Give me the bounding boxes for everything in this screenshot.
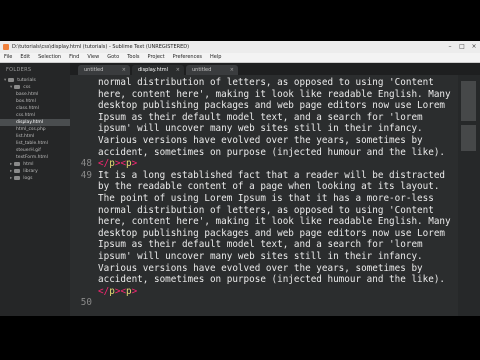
sidebar-item-label: list_table.html: [16, 141, 48, 146]
sidebar-item-label: steuerH.gif: [16, 148, 41, 153]
sidebar-folder[interactable]: ▸ html: [0, 161, 70, 168]
tab-label: display.html: [138, 67, 169, 73]
code-line[interactable]: </p><p>: [98, 158, 137, 170]
sidebar-folder[interactable]: ▾ css: [0, 84, 70, 91]
minimap-block: [461, 81, 476, 121]
sidebar-item-label: css: [23, 85, 31, 90]
code-line[interactable]: normal distribution of letters, as oppos…: [98, 205, 434, 217]
sidebar-item-label: tutorials: [17, 78, 36, 83]
sidebar-item-label: css.html: [16, 113, 35, 118]
code-line[interactable]: Ipsum as their default model text, and a…: [98, 112, 423, 124]
menu-project[interactable]: Project: [144, 53, 169, 62]
sidebar-file[interactable]: class.html: [0, 105, 70, 112]
sublime-window: D:\tutorials\css\display.html (tutorials…: [0, 41, 480, 316]
sidebar-item-label: base.html: [16, 92, 39, 97]
code-line[interactable]: It is a long established fact that a rea…: [98, 170, 445, 182]
window-title: D:\tutorials\css\display.html (tutorials…: [12, 44, 190, 50]
sidebar-file[interactable]: box.html: [0, 98, 70, 105]
menu-help[interactable]: Help: [206, 53, 225, 62]
code-line[interactable]: </p><p>: [98, 286, 137, 298]
tab-untitled-2[interactable]: untitled ×: [186, 65, 238, 75]
line-number: 50: [80, 297, 92, 309]
sidebar-file[interactable]: list.html: [0, 133, 70, 140]
tab-label: untitled: [192, 67, 212, 73]
code-line[interactable]: Various versions have evolved over the y…: [98, 135, 423, 147]
sidebar: FOLDERS ▾ tutorials ▾ css base.html box.html c…: [0, 63, 70, 316]
menu-file[interactable]: File: [0, 53, 16, 62]
folder-icon: [14, 84, 21, 89]
folder-icon: [14, 168, 21, 173]
menu-bar: File Edit Selection Find View Goto Tools Projec…: [0, 53, 480, 63]
sidebar-folder[interactable]: ▸ logs: [0, 175, 70, 182]
code-line[interactable]: here, content here', making it look like…: [98, 216, 451, 228]
minimize-button[interactable]: –: [444, 41, 456, 53]
sidebar-item-label: box.html: [16, 99, 36, 104]
chevron-down-icon[interactable]: ▾: [10, 85, 12, 90]
folder-icon: [14, 161, 21, 166]
chevron-right-icon[interactable]: ▸: [10, 176, 12, 181]
code-line[interactable]: Ipsum as their default model text, and a…: [98, 239, 423, 251]
tab-bar: untitled × display.html × untitled ×: [70, 63, 480, 75]
code-line[interactable]: desktop publishing packages and web page…: [98, 100, 445, 112]
menu-goto[interactable]: Goto: [103, 53, 123, 62]
chevron-down-icon[interactable]: ▾: [4, 78, 6, 83]
sidebar-item-label: class.html: [16, 106, 39, 111]
chevron-right-icon[interactable]: ▸: [10, 169, 12, 174]
close-icon[interactable]: ×: [230, 65, 234, 75]
sidebar-item-label: textForm.html: [16, 155, 48, 160]
code-line[interactable]: by the readable content of a page when l…: [98, 181, 439, 193]
close-icon[interactable]: ×: [176, 65, 180, 75]
sidebar-file[interactable]: list_table.html: [0, 140, 70, 147]
code-line[interactable]: ipsum' will uncover many web sites still…: [98, 123, 423, 135]
line-number: 48: [80, 158, 92, 170]
title-bar: D:\tutorials\css\display.html (tutorials…: [0, 41, 480, 53]
menu-tools[interactable]: Tools: [123, 53, 143, 62]
sublime-app-icon: [3, 44, 9, 50]
menu-selection[interactable]: Selection: [34, 53, 65, 62]
sidebar-folder[interactable]: ▾ tutorials: [0, 77, 70, 84]
code-line[interactable]: here, content here', making it look like…: [98, 89, 451, 101]
menu-find[interactable]: Find: [65, 53, 83, 62]
code-line[interactable]: normal distribution of letters, as oppos…: [98, 77, 434, 89]
code-line[interactable]: The point of using Lorem Ipsum is that i…: [98, 193, 434, 205]
sidebar-item-label: html_css.php: [16, 127, 46, 132]
line-number: 49: [80, 169, 92, 181]
sidebar-file[interactable]: textForm.html: [0, 154, 70, 161]
sidebar-item-label: library: [23, 169, 38, 174]
maximize-button[interactable]: □: [456, 41, 468, 53]
code-editor[interactable]: 48 49 50 normal distribution of letters, a…: [70, 75, 480, 316]
folder-icon: [14, 175, 21, 180]
sidebar-file[interactable]: display.html: [0, 119, 70, 126]
tab-label: untitled: [84, 67, 104, 73]
folder-icon: [8, 77, 15, 82]
chevron-right-icon[interactable]: ▸: [10, 162, 12, 167]
sidebar-header: FOLDERS: [6, 67, 32, 73]
minimap[interactable]: [458, 75, 480, 316]
video-frame: D:\tutorials\css\display.html (tutorials…: [0, 0, 480, 360]
sidebar-file[interactable]: base.html: [0, 91, 70, 98]
sidebar-file[interactable]: css.html: [0, 112, 70, 119]
code-line[interactable]: accident, sometimes on purpose (injected…: [98, 147, 445, 159]
menu-view[interactable]: View: [83, 53, 103, 62]
sidebar-item-label: display.html: [16, 120, 44, 125]
sidebar-file[interactable]: steuerH.gif: [0, 147, 70, 154]
sidebar-item-label: list.html: [16, 134, 35, 139]
sidebar-item-label: logs: [23, 176, 33, 181]
code-line[interactable]: ipsum' will uncover many web sites still…: [98, 251, 423, 263]
close-button[interactable]: ×: [468, 41, 480, 53]
code-line[interactable]: accident, sometimes on purpose (injected…: [98, 274, 445, 286]
sidebar-item-label: html: [23, 162, 34, 167]
tab-untitled-1[interactable]: untitled ×: [78, 65, 130, 75]
code-line[interactable]: Various versions have evolved over the y…: [98, 263, 423, 275]
tab-display-html[interactable]: display.html ×: [132, 65, 184, 75]
minimap-block: [461, 125, 476, 151]
code-line[interactable]: desktop publishing packages and web page…: [98, 228, 445, 240]
sidebar-file[interactable]: html_css.php: [0, 126, 70, 133]
close-icon[interactable]: ×: [122, 65, 126, 75]
menu-edit[interactable]: Edit: [16, 53, 34, 62]
menu-preferences[interactable]: Preferences: [169, 53, 206, 62]
sidebar-folder[interactable]: ▸ library: [0, 168, 70, 175]
